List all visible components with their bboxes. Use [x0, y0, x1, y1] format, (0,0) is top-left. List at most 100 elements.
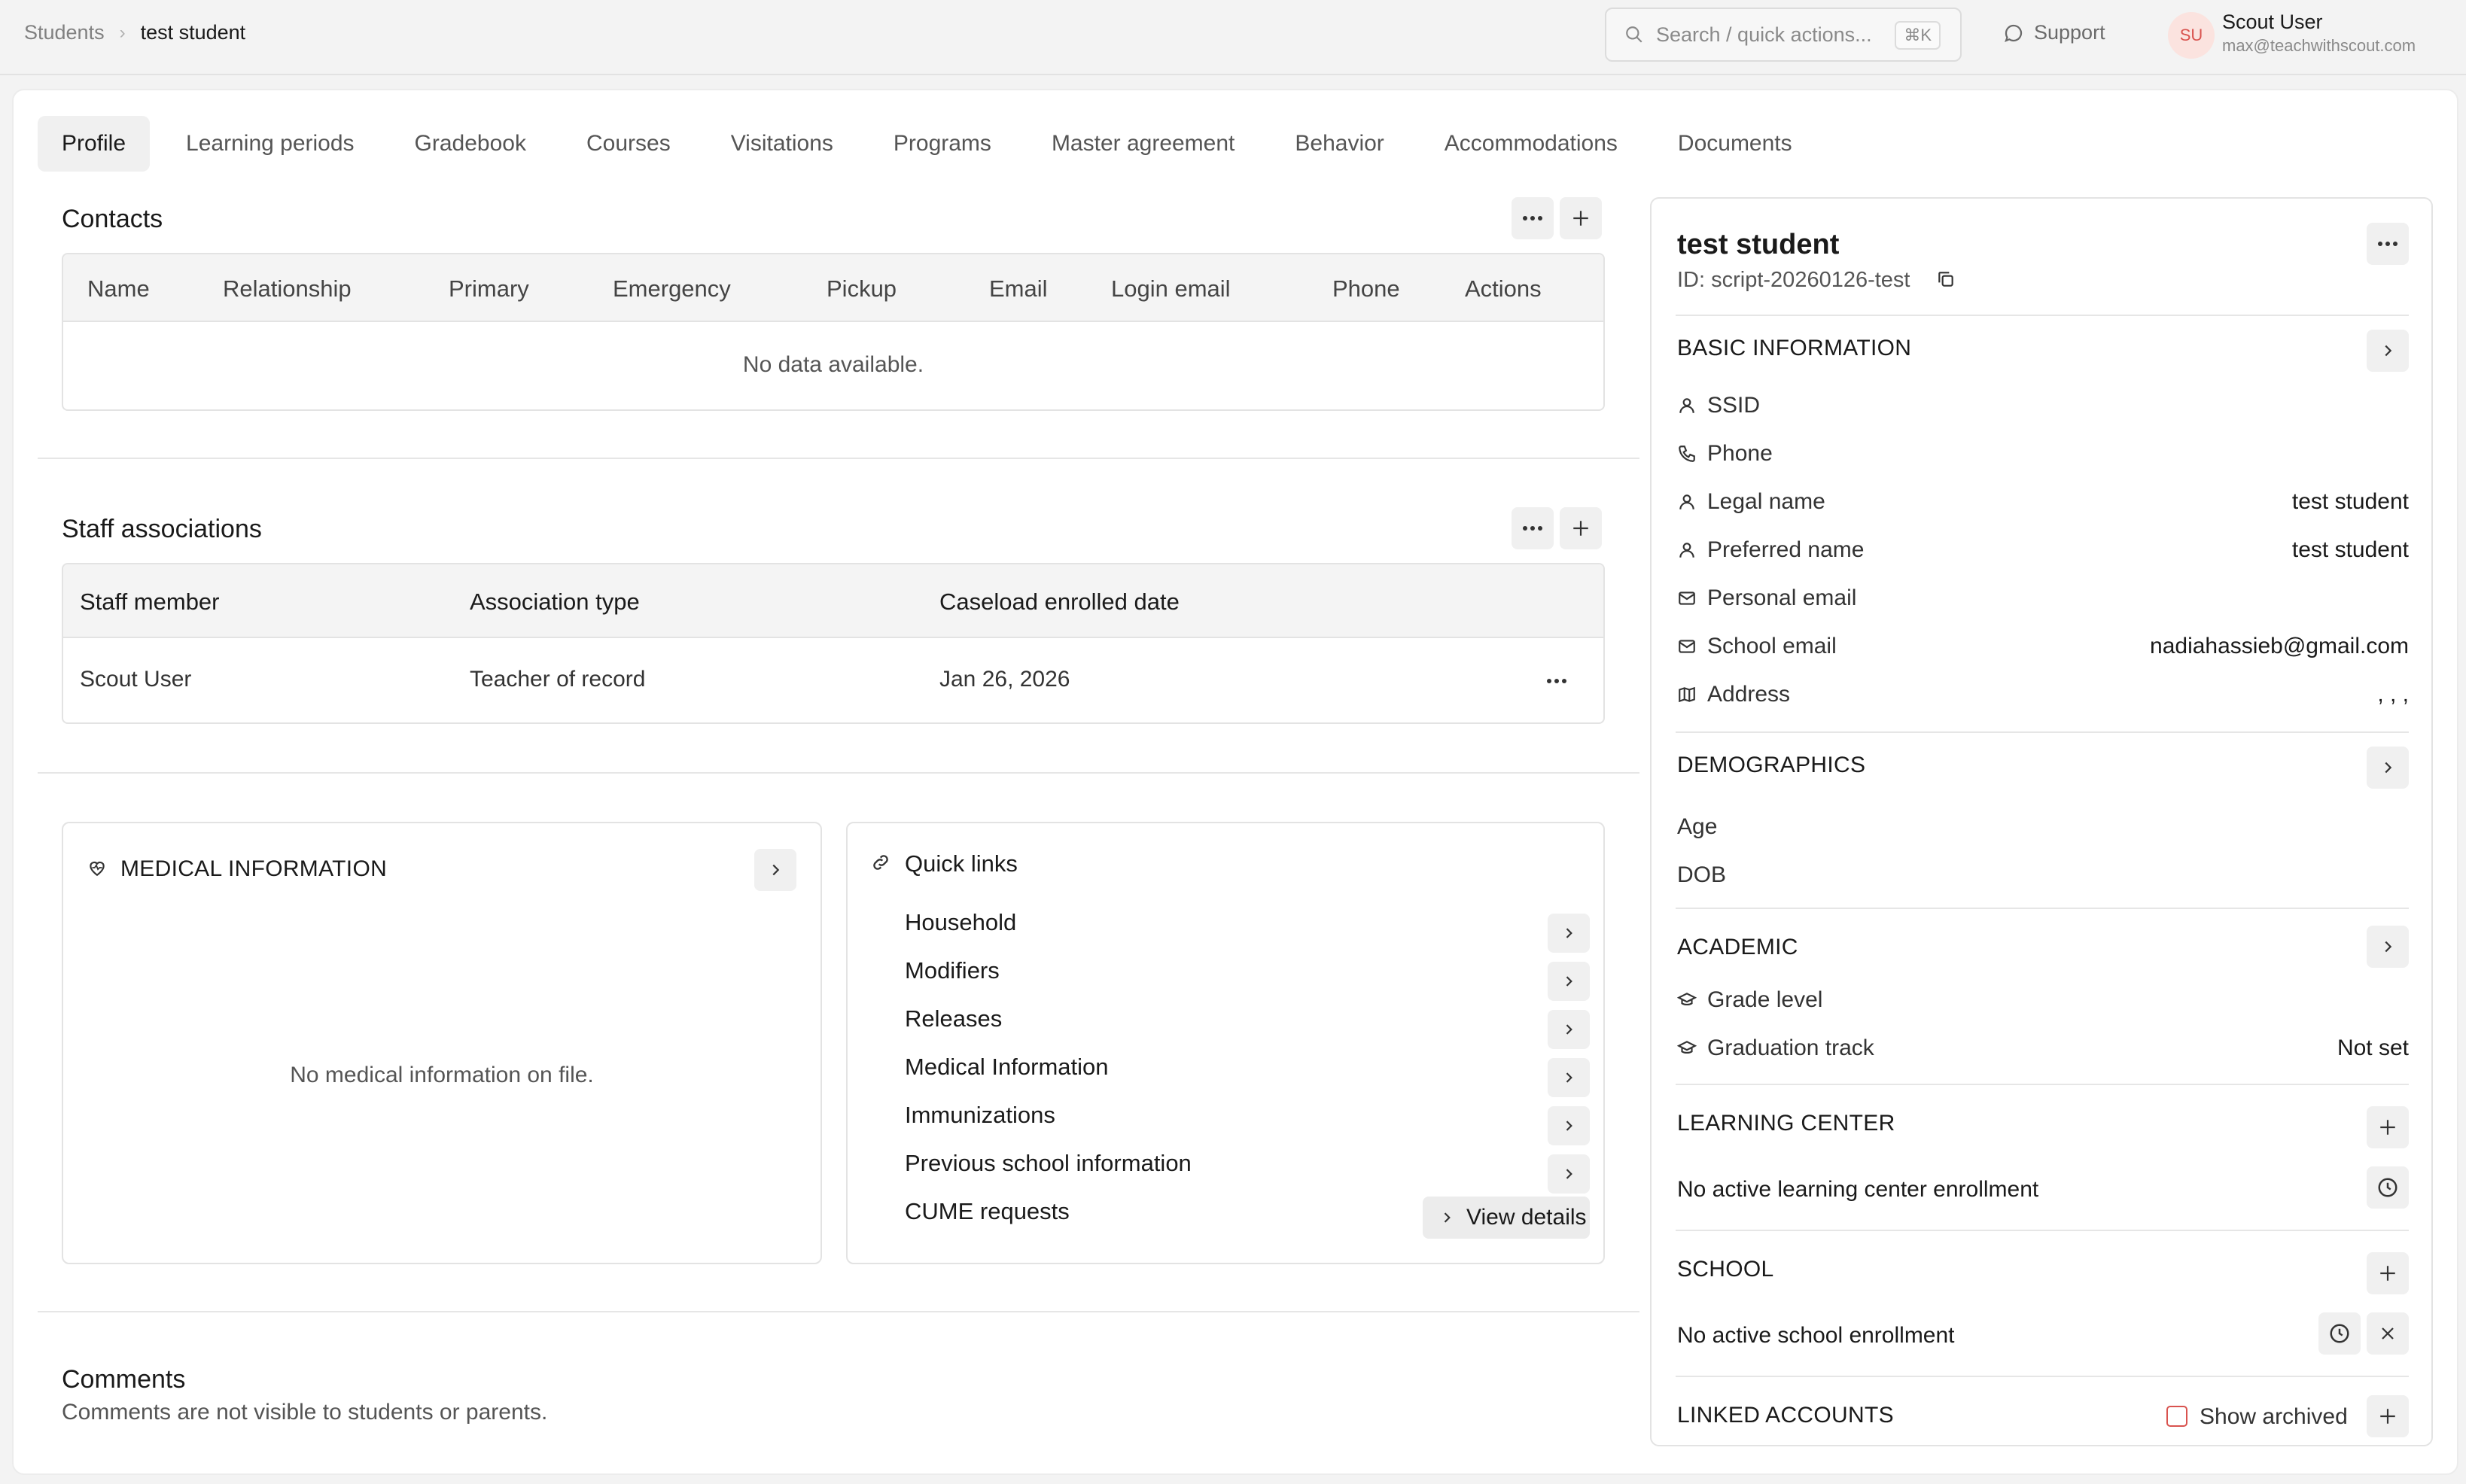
quick-link-immunizations-button[interactable]	[1548, 1106, 1590, 1145]
quick-link-modifiers[interactable]: Modifiers	[905, 957, 1000, 984]
contacts-table: Name Relationship Primary Emergency Pick…	[62, 253, 1605, 411]
column-header[interactable]: Login email	[1111, 275, 1231, 303]
quick-link-medical-information[interactable]: Medical Information	[905, 1054, 1109, 1081]
chevron-right-icon	[2385, 762, 2392, 774]
staff-table-header: Staff member Association type Caseload e…	[63, 564, 1603, 638]
search-input[interactable]: Search / quick actions... ⌘K	[1605, 8, 1962, 62]
section-divider	[1676, 731, 2409, 733]
user-name: Scout User	[2222, 11, 2323, 33]
staff-associations-title: Staff associations	[62, 515, 262, 543]
quick-links-title: Quick links	[905, 850, 1018, 877]
field-label: Legal name	[1707, 489, 1825, 514]
add-learning-center-button[interactable]	[2367, 1106, 2409, 1148]
school-title: SCHOOL	[1677, 1257, 1774, 1282]
school-history-button[interactable]	[2318, 1312, 2361, 1355]
medical-empty-message: No medical information on file.	[290, 1063, 594, 1087]
basic-information-title: BASIC INFORMATION	[1677, 336, 1912, 360]
tab-profile[interactable]: Profile	[38, 116, 151, 172]
quick-link-previous-school[interactable]: Previous school information	[905, 1150, 1192, 1177]
show-archived-checkbox[interactable]	[2166, 1406, 2187, 1427]
contacts-table-header: Name Relationship Primary Emergency Pick…	[63, 254, 1603, 322]
column-header[interactable]: Phone	[1332, 275, 1400, 303]
academic-expand-button[interactable]	[2367, 926, 2409, 968]
tab-programs[interactable]: Programs	[869, 116, 1015, 172]
plus-icon	[1573, 211, 1588, 226]
add-contact-button[interactable]	[1560, 197, 1602, 239]
section-divider	[1676, 315, 2409, 316]
contacts-more-button[interactable]	[1512, 197, 1554, 239]
column-header[interactable]: Primary	[449, 275, 529, 303]
academic-field-row: Grade level	[1677, 987, 2409, 1017]
field-label: Address	[1707, 682, 1791, 707]
add-linked-account-button[interactable]	[2367, 1395, 2409, 1437]
search-placeholder: Search / quick actions...	[1656, 23, 1872, 46]
column-header[interactable]: Pickup	[827, 275, 897, 303]
copy-icon[interactable]	[1936, 269, 1956, 289]
field-label: SSID	[1707, 393, 1761, 418]
quick-link-cume-requests[interactable]: CUME requests	[905, 1198, 1070, 1225]
demographics-expand-button[interactable]	[2367, 747, 2409, 789]
tab-documents[interactable]: Documents	[1654, 116, 1816, 172]
add-school-button[interactable]	[2367, 1252, 2409, 1294]
field-label: Preferred name	[1707, 537, 1865, 562]
section-divider	[38, 1311, 1639, 1312]
quick-link-household[interactable]: Household	[905, 909, 1016, 936]
tab-courses[interactable]: Courses	[562, 116, 695, 172]
tab-gradebook[interactable]: Gradebook	[391, 116, 550, 172]
quick-link-releases[interactable]: Releases	[905, 1005, 1002, 1032]
column-header[interactable]: Association type	[470, 588, 640, 616]
tab-visitations[interactable]: Visitations	[707, 116, 857, 172]
medical-expand-button[interactable]	[754, 849, 796, 891]
field-value: test student	[2291, 537, 2409, 562]
dob-label: DOB	[1677, 862, 1727, 887]
quick-link-immunizations[interactable]: Immunizations	[905, 1102, 1055, 1129]
top-bar: Students › test student Search / quick a…	[0, 0, 2466, 75]
avatar[interactable]: SU	[2168, 12, 2215, 59]
tab-learning-periods[interactable]: Learning periods	[162, 116, 379, 172]
column-header[interactable]: Email	[989, 275, 1048, 303]
chat-bubble-icon	[2005, 24, 2023, 42]
school-close-button[interactable]	[2367, 1312, 2409, 1355]
graduation-cap-icon	[1677, 993, 1697, 1006]
contacts-title: Contacts	[62, 205, 163, 233]
demographics-title: DEMOGRAPHICS	[1677, 753, 1866, 777]
plus-icon	[2380, 1266, 2395, 1281]
phone-icon	[1679, 446, 1695, 462]
student-more-button[interactable]	[2367, 223, 2409, 265]
quick-link-previous-school-button[interactable]	[1548, 1154, 1590, 1194]
tab-behavior[interactable]: Behavior	[1271, 116, 1408, 172]
chevron-right-icon	[2385, 345, 2392, 357]
basic-field-row: Address , , ,	[1677, 682, 2409, 712]
tab-bar: Profile Learning periods Gradebook Cours…	[38, 116, 1828, 172]
support-button[interactable]: Support	[2002, 21, 2105, 44]
tab-accommodations[interactable]: Accommodations	[1420, 116, 1642, 172]
tab-master-agreement[interactable]: Master agreement	[1028, 116, 1259, 172]
basic-information-expand-button[interactable]	[2367, 330, 2409, 372]
quick-link-household-button[interactable]	[1548, 914, 1590, 953]
column-header[interactable]: Staff member	[80, 588, 220, 616]
field-label: Phone	[1707, 441, 1773, 466]
quick-link-releases-button[interactable]	[1548, 1010, 1590, 1049]
learning-center-history-button[interactable]	[2367, 1166, 2409, 1209]
clock-icon	[2330, 1324, 2349, 1343]
medical-information-panel: MEDICAL INFORMATION No medical informati…	[62, 822, 822, 1264]
row-actions-button[interactable]	[1546, 674, 1567, 688]
breadcrumb-students-link[interactable]: Students	[24, 21, 105, 44]
column-header[interactable]: Emergency	[613, 275, 731, 303]
view-details-button[interactable]: View details	[1423, 1197, 1590, 1239]
close-icon	[2382, 1327, 2394, 1340]
add-staff-button[interactable]	[1560, 507, 1602, 549]
linked-accounts-title: LINKED ACCOUNTS	[1677, 1403, 1894, 1428]
quick-link-medical-button[interactable]	[1548, 1058, 1590, 1097]
staff-more-button[interactable]	[1512, 507, 1554, 549]
column-header[interactable]: Relationship	[223, 275, 352, 303]
column-header[interactable]: Name	[87, 275, 150, 303]
user-icon	[1679, 543, 1694, 558]
quick-link-modifiers-button[interactable]	[1548, 962, 1590, 1001]
section-divider	[1676, 908, 2409, 909]
chevron-right-icon	[2385, 941, 2392, 953]
search-shortcut-badge: ⌘K	[1895, 21, 1941, 50]
breadcrumb: Students › test student	[24, 21, 245, 44]
column-header[interactable]: Caseload enrolled date	[939, 588, 1180, 616]
heart-pulse-icon	[90, 861, 105, 877]
